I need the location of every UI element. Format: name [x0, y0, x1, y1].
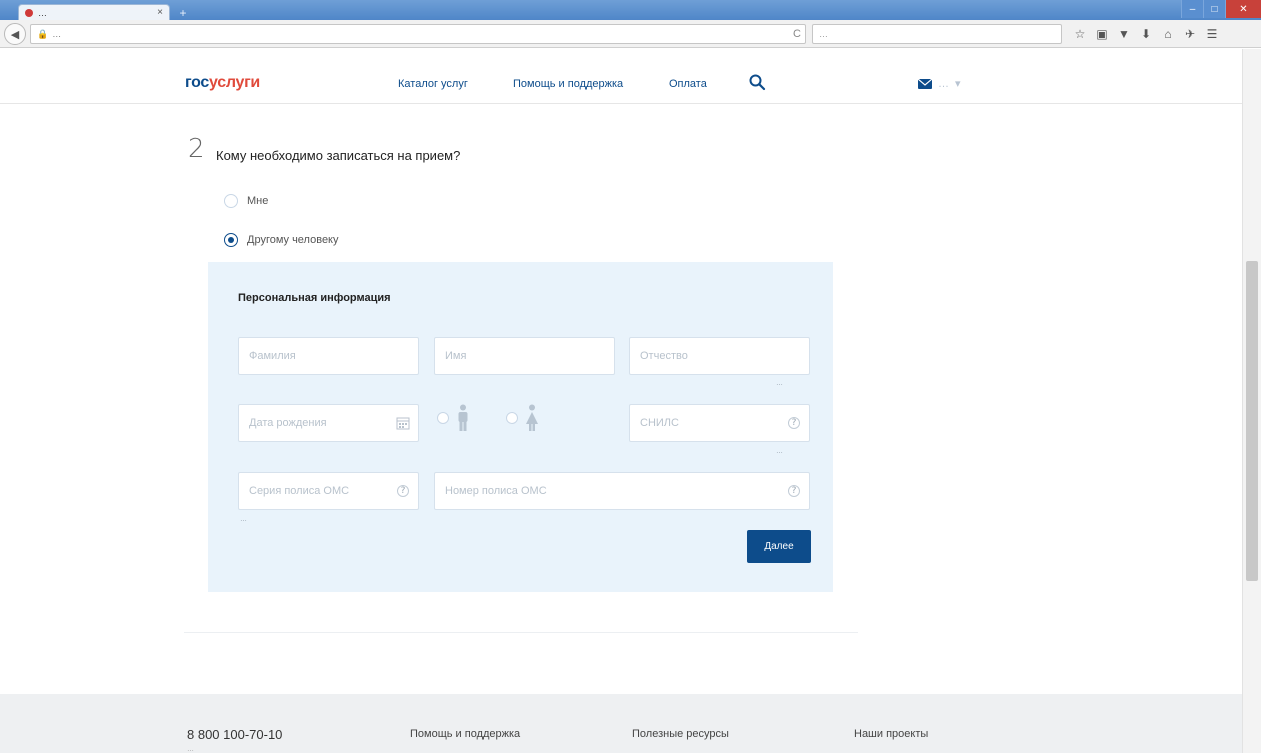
user-menu[interactable]: … ▾: [918, 77, 961, 90]
tab-title: …: [38, 7, 47, 18]
step-question: Кому необходимо записаться на прием?: [216, 148, 461, 163]
site-header: госуслуги Каталог услуг Помощь и поддерж…: [0, 49, 1242, 104]
birth-date-field[interactable]: Дата рождения: [238, 404, 419, 442]
site-footer: 8 800 100-70-10 … Помощь и поддержка Пол…: [0, 694, 1242, 753]
new-tab-button[interactable]: +: [176, 6, 190, 20]
gender-female-radio[interactable]: [506, 412, 518, 424]
window-controls: – □ ✕: [1181, 0, 1261, 20]
minimize-button[interactable]: –: [1181, 0, 1203, 18]
mail-icon: [918, 78, 932, 89]
step-number: 2: [188, 134, 205, 164]
oms-number-placeholder: Номер полиса ОМС: [445, 485, 547, 497]
option-other-person-radio[interactable]: [224, 233, 238, 247]
oms-series-info-icon[interactable]: ?: [396, 484, 410, 498]
gosuslugi-logo[interactable]: госуслуги: [185, 74, 260, 92]
address-bar[interactable]: 🔒 … C: [30, 24, 806, 44]
menu-icon[interactable]: ☰: [1204, 24, 1220, 44]
gender-male-option[interactable]: [437, 404, 471, 432]
close-window-button[interactable]: ✕: [1225, 0, 1261, 18]
footer-resources-link[interactable]: Полезные ресурсы: [632, 728, 729, 740]
favicon-icon: [25, 8, 33, 17]
browser-search-placeholder: …: [819, 29, 828, 39]
oms-series-field[interactable]: Серия полиса ОМС ?: [238, 472, 419, 510]
chevron-down-icon: ▾: [955, 78, 961, 90]
patronymic-hint: …: [776, 380, 783, 387]
scrollbar-thumb[interactable]: [1246, 261, 1258, 581]
oms-series-hint: …: [240, 516, 247, 523]
last-name-field[interactable]: Фамилия: [238, 337, 419, 375]
footer-help-link[interactable]: Помощь и поддержка: [410, 728, 520, 740]
first-name-field[interactable]: Имя: [434, 337, 615, 375]
user-name: …: [938, 77, 949, 90]
reading-list-icon[interactable]: ▣: [1094, 24, 1110, 44]
birth-date-placeholder: Дата рождения: [249, 417, 327, 429]
calendar-icon[interactable]: [396, 416, 410, 430]
page-scrollbar[interactable]: [1242, 49, 1261, 753]
next-button[interactable]: Далее: [747, 530, 811, 563]
footer-projects-link[interactable]: Наши проекты: [854, 728, 928, 740]
snils-field[interactable]: СНИЛС ?: [629, 404, 810, 442]
option-other-person[interactable]: Другому человеку: [224, 233, 339, 247]
oms-number-info-icon[interactable]: ?: [787, 484, 801, 498]
browser-search-input[interactable]: …: [812, 24, 1062, 44]
female-icon: [526, 404, 538, 431]
lock-icon: 🔒: [37, 28, 49, 39]
downloads-icon[interactable]: ⬇: [1138, 24, 1154, 44]
pocket-icon[interactable]: ▼: [1116, 24, 1132, 44]
option-me-label: Мне: [247, 195, 269, 207]
footer-phone[interactable]: 8 800 100-70-10: [187, 727, 282, 742]
snils-hint: …: [776, 448, 783, 455]
reload-icon[interactable]: C: [793, 28, 801, 40]
gender-female-option[interactable]: [506, 404, 540, 432]
oms-series-placeholder: Серия полиса ОМС: [249, 485, 350, 497]
nav-catalog-link[interactable]: Каталог услуг: [398, 78, 468, 90]
nav-help-link[interactable]: Помощь и поддержка: [513, 78, 623, 90]
patronymic-field[interactable]: Отчество: [629, 337, 810, 375]
tab-close-icon[interactable]: ×: [157, 7, 163, 18]
last-name-placeholder: Фамилия: [249, 350, 296, 362]
browser-tab[interactable]: … ×: [18, 4, 170, 20]
url-text: …: [52, 29, 62, 39]
gender-male-radio[interactable]: [437, 412, 449, 424]
panel-title: Персональная информация: [238, 292, 391, 304]
option-other-person-label: Другому человеку: [247, 234, 339, 246]
male-icon: [458, 404, 468, 431]
bookmark-star-icon[interactable]: ☆: [1072, 24, 1088, 44]
option-me[interactable]: Мне: [224, 194, 268, 208]
footer-phone-subtitle: …: [187, 746, 194, 753]
back-button[interactable]: ◀: [4, 23, 26, 45]
nav-payment-link[interactable]: Оплата: [669, 78, 707, 90]
maximize-button[interactable]: □: [1203, 0, 1225, 18]
search-icon[interactable]: [748, 73, 766, 91]
logo-part-gos: гос: [185, 74, 210, 91]
patronymic-placeholder: Отчество: [640, 350, 688, 362]
snils-info-icon[interactable]: ?: [787, 416, 801, 430]
browser-navbar: ◀ 🔒 … C … ☆ ▣ ▼ ⬇ ⌂ ✈ ☰: [0, 20, 1261, 48]
send-icon[interactable]: ✈: [1182, 24, 1198, 44]
snils-placeholder: СНИЛС: [640, 417, 679, 429]
logo-part-uslugi: услуги: [209, 74, 260, 91]
browser-titlebar: … × + – □ ✕: [0, 0, 1261, 20]
home-icon[interactable]: ⌂: [1160, 24, 1176, 44]
option-me-radio[interactable]: [224, 194, 238, 208]
content-divider: [184, 632, 858, 633]
first-name-placeholder: Имя: [445, 350, 467, 362]
browser-toolbar: ☆ ▣ ▼ ⬇ ⌂ ✈ ☰: [1072, 24, 1220, 44]
oms-number-field[interactable]: Номер полиса ОМС ?: [434, 472, 810, 510]
